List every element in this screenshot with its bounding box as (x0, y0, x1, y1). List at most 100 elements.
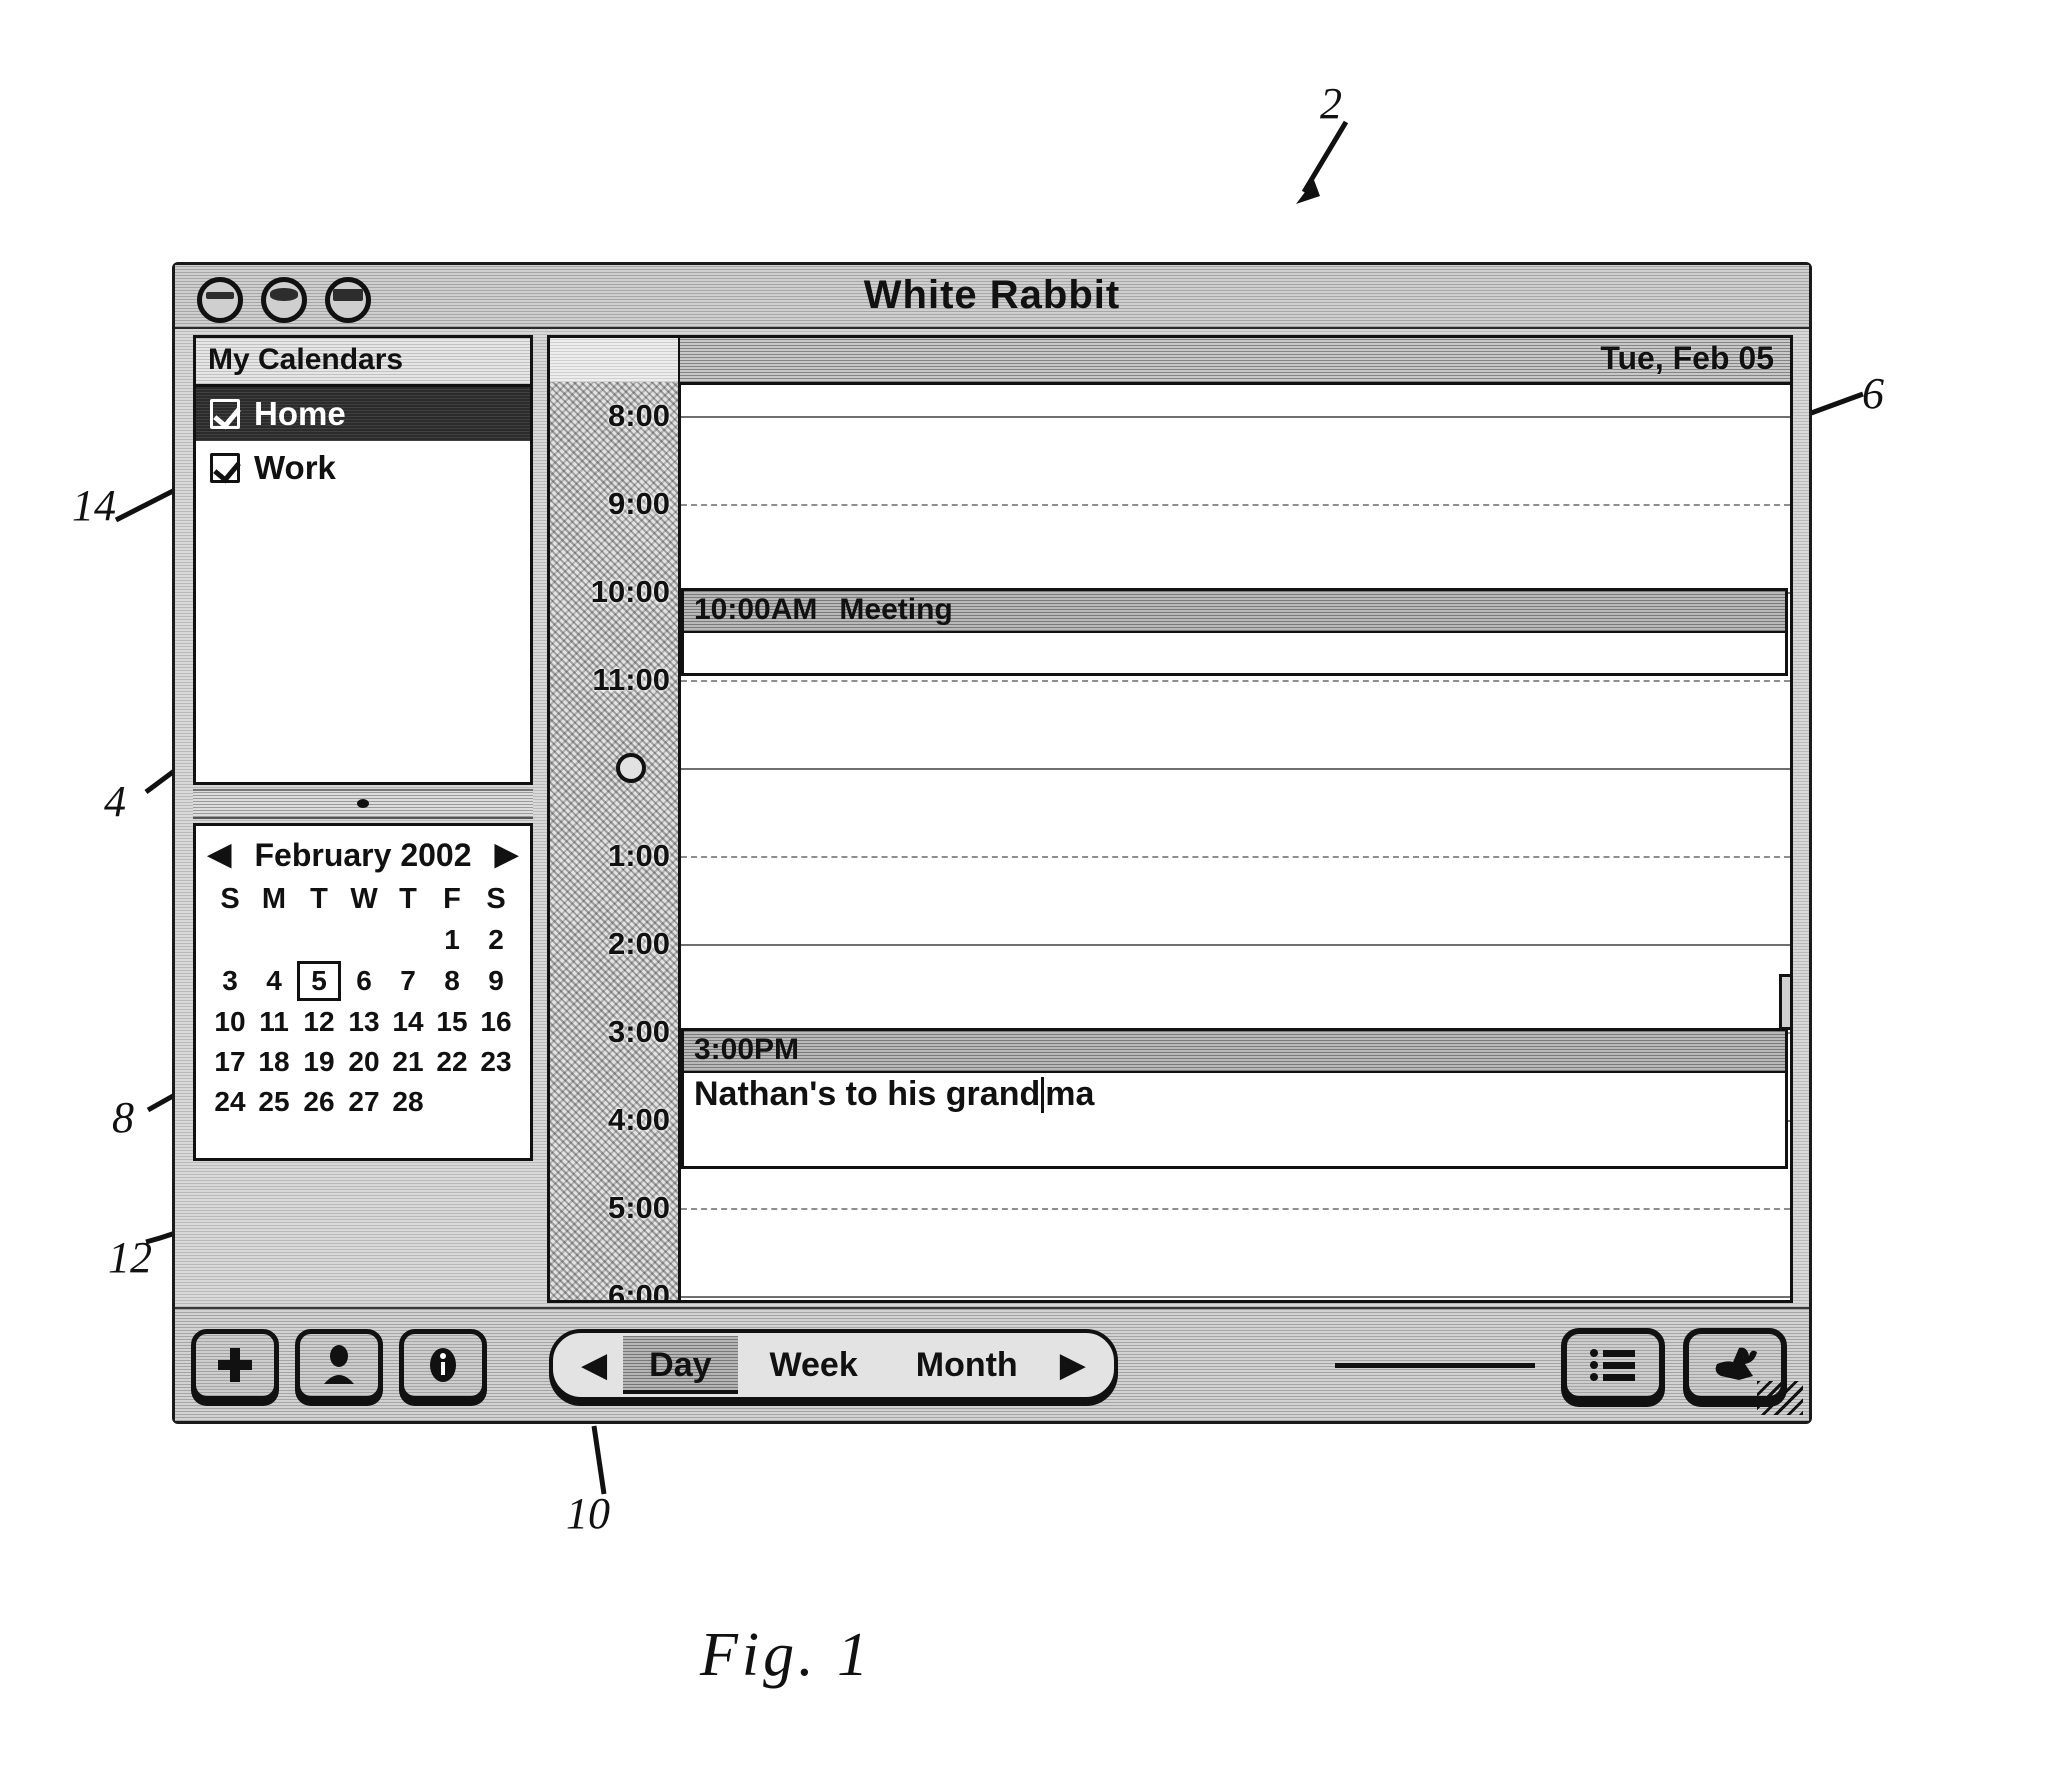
mini-calendar-day-label: 7 (400, 965, 416, 996)
sidebar-item-home[interactable]: Home (196, 387, 530, 441)
mini-calendar-day[interactable]: 9 (474, 960, 518, 1002)
vertical-scrollbar-thumb[interactable] (1779, 974, 1790, 1030)
calendar-event-text-after-caret: ma (1045, 1075, 1095, 1113)
list-view-button[interactable] (1561, 1328, 1665, 1402)
mini-calendar-day[interactable]: 24 (208, 1082, 252, 1122)
mini-calendar-day[interactable]: 21 (386, 1042, 430, 1082)
info-icon (430, 1348, 456, 1382)
add-event-button[interactable] (191, 1329, 279, 1401)
mini-calendar-day-label: 5 (297, 961, 341, 1001)
mini-calendar-day-label: 21 (392, 1046, 424, 1077)
mini-calendar-day[interactable]: 19 (296, 1042, 342, 1082)
mini-calendar-day[interactable]: 28 (386, 1082, 430, 1122)
mini-calendar-day[interactable]: 7 (386, 960, 430, 1002)
add-contact-button[interactable] (295, 1329, 383, 1401)
mini-calendar-day[interactable]: 12 (296, 1002, 342, 1042)
time-label: 3:00 (607, 1014, 670, 1049)
mini-calendar-day[interactable]: 10 (208, 1002, 252, 1042)
mini-calendar-empty (474, 1082, 518, 1122)
day-view: Tue, Feb 05 8:00 9:00 10:00 11:00 1:00 2:00 3:… (547, 335, 1793, 1303)
mini-calendar-day-label: 17 (214, 1046, 246, 1077)
mini-calendar-empty (296, 920, 342, 960)
hour-line (681, 680, 1790, 682)
mini-calendar-day[interactable]: 26 (296, 1082, 342, 1122)
tab-day[interactable]: Day (623, 1336, 738, 1394)
mini-calendar-day[interactable]: 27 (342, 1082, 386, 1122)
mini-calendar: ◀ February 2002 ▶ S M T W T F S 1 2 3 4 … (193, 823, 533, 1161)
text-caret (1041, 1077, 1045, 1113)
checkbox-home[interactable] (210, 399, 240, 429)
mini-calendar-day[interactable]: 18 (252, 1042, 296, 1082)
mini-calendar-week-row: 24 25 26 27 28 (208, 1082, 518, 1122)
mini-calendar-day[interactable]: 20 (342, 1042, 386, 1082)
time-gutter: 8:00 9:00 10:00 11:00 1:00 2:00 3:00 4:00 5:00 6:… (550, 382, 681, 1300)
mini-calendar-empty (208, 920, 252, 960)
mini-calendar-day[interactable]: 14 (386, 1002, 430, 1042)
calendar-event-title: Meeting (839, 593, 953, 626)
prev-period-icon[interactable]: ◀ (571, 1345, 617, 1385)
prev-month-icon[interactable]: ◀ (208, 840, 231, 870)
title-bar: White Rabbit (175, 265, 1809, 329)
calendar-event[interactable]: 3:00PM Nathan's to his grand ma (681, 1028, 1788, 1169)
mini-calendar-day[interactable]: 15 (430, 1002, 474, 1042)
tab-week[interactable]: Week (744, 1336, 884, 1394)
bottom-toolbar: ◀ Day Week Month ▶ (175, 1307, 1809, 1421)
mini-calendar-day-label: 13 (348, 1006, 380, 1037)
mini-calendar-header: ◀ February 2002 ▶ (208, 832, 518, 878)
weekday-header: S (220, 882, 240, 915)
mini-calendar-day[interactable]: 11 (252, 1002, 296, 1042)
mini-calendar-empty (386, 920, 430, 960)
mini-calendar-day-label: 6 (356, 965, 372, 996)
time-label: 10:00 (590, 574, 670, 609)
mini-calendar-day[interactable]: 25 (252, 1082, 296, 1122)
info-button[interactable] (399, 1329, 487, 1401)
mini-calendar-day[interactable]: 22 (430, 1042, 474, 1082)
mini-calendar-day-label: 27 (348, 1086, 380, 1117)
mini-calendar-day[interactable]: 2 (474, 920, 518, 960)
plus-icon (218, 1348, 252, 1382)
mini-calendar-day-label: 28 (392, 1086, 424, 1117)
time-slots[interactable]: 10:00AM Meeting 3:00PM Nathan's to his gran… (681, 382, 1790, 1300)
mini-calendar-day-label (477, 1109, 515, 1111)
mini-calendar-week-row: 3456789 (208, 960, 518, 1002)
mini-calendar-week-row: 17 18 19 20 21 22 23 (208, 1042, 518, 1082)
calendar-event-text-before-caret: Nathan's to his grand (694, 1075, 1041, 1113)
mini-calendar-day[interactable]: 3 (208, 960, 252, 1002)
mini-calendar-day-label: 16 (480, 1006, 512, 1037)
time-label: 9:00 (607, 486, 670, 521)
mini-calendar-day[interactable]: 17 (208, 1042, 252, 1082)
toolbar-divider (1335, 1362, 1535, 1368)
resize-grip[interactable] (1757, 1381, 1803, 1415)
time-label: 2:00 (607, 926, 670, 961)
mini-calendar-day[interactable]: 6 (342, 960, 386, 1002)
next-month-icon[interactable]: ▶ (495, 840, 518, 870)
window-title: White Rabbit (863, 273, 1121, 317)
mini-calendar-day-label: 15 (436, 1006, 468, 1037)
calendar-event-time: 10:00AM (694, 593, 818, 626)
checkbox-work[interactable] (210, 453, 240, 483)
next-period-icon[interactable]: ▶ (1050, 1345, 1096, 1385)
calendar-event-text-input[interactable]: Nathan's to his grand ma (684, 1073, 1785, 1114)
mini-calendar-month-label: February 2002 (254, 836, 472, 873)
tab-month[interactable]: Month (890, 1336, 1044, 1394)
mini-calendar-empty (342, 920, 386, 960)
calendar-event-header: 10:00AM Meeting (684, 591, 1785, 633)
mini-calendar-day[interactable]: 4 (252, 960, 296, 1002)
mini-calendar-day[interactable]: 13 (342, 1002, 386, 1042)
mini-calendar-day-label: 25 (258, 1086, 290, 1117)
hour-line (681, 1296, 1790, 1298)
mini-calendar-day[interactable]: 1 (430, 920, 474, 960)
mini-calendar-day[interactable]: 5 (296, 960, 342, 1002)
day-view-date-label: Tue, Feb 05 (1600, 340, 1774, 376)
mini-calendar-day[interactable]: 16 (474, 1002, 518, 1042)
calendar-event[interactable]: 10:00AM Meeting (681, 588, 1788, 676)
sidebar-splitter-handle[interactable] (193, 789, 533, 819)
sidebar-item-label: Work (254, 449, 336, 486)
weekday-header: T (310, 882, 328, 915)
sidebar-item-label: Home (254, 395, 346, 432)
mini-calendar-day-label: 1 (444, 924, 460, 955)
sidebar-item-work[interactable]: Work (196, 441, 530, 495)
mini-calendar-day[interactable]: 23 (474, 1042, 518, 1082)
mini-calendar-day-label: 3 (222, 965, 238, 996)
mini-calendar-day[interactable]: 8 (430, 960, 474, 1002)
